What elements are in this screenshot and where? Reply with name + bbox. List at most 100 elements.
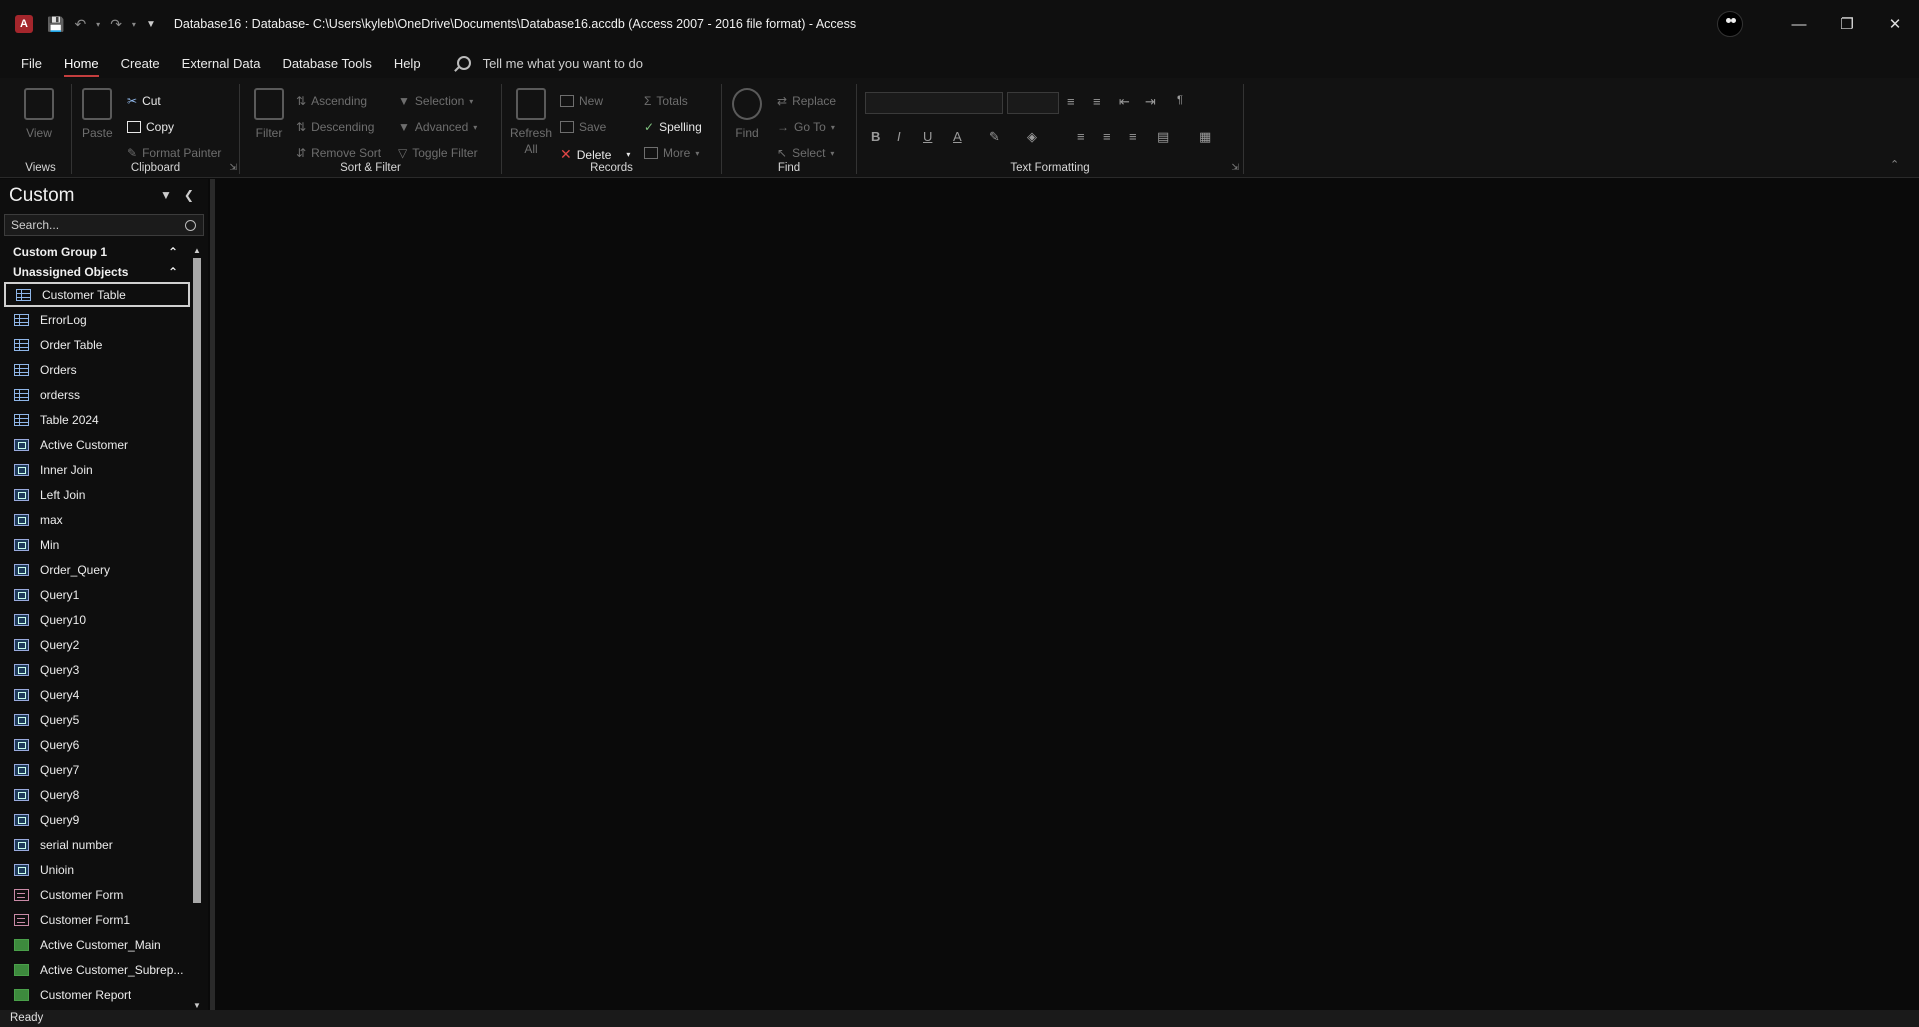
- nav-menu-dropdown-icon[interactable]: ▼: [160, 188, 172, 202]
- new-record-button[interactable]: New: [560, 94, 603, 108]
- find-button[interactable]: Find: [732, 88, 762, 140]
- bullets-icon[interactable]: ≡: [1067, 94, 1075, 109]
- italic-button[interactable]: I: [897, 129, 901, 144]
- nav-item-query[interactable]: Query7: [4, 757, 190, 782]
- nav-item-query[interactable]: Unioin: [4, 857, 190, 882]
- tell-me-search[interactable]: Tell me what you want to do: [456, 56, 643, 71]
- minimize-icon[interactable]: —: [1775, 0, 1823, 48]
- profile-avatar[interactable]: [1717, 11, 1743, 37]
- access-app-icon[interactable]: A: [15, 15, 33, 33]
- remove-sort-button[interactable]: ⇵ Remove Sort: [296, 146, 381, 160]
- nav-item-query[interactable]: Query4: [4, 682, 190, 707]
- restore-icon[interactable]: ❐: [1823, 0, 1871, 48]
- nav-group-custom-group-1[interactable]: Custom Group 1 ⌃: [6, 243, 182, 261]
- alternate-row-color-icon[interactable]: ▤: [1157, 129, 1169, 145]
- spelling-button[interactable]: ✓ Spelling: [644, 120, 702, 134]
- nav-item-query[interactable]: max: [4, 507, 190, 532]
- underline-button[interactable]: U: [923, 129, 932, 144]
- nav-item-query[interactable]: Query9: [4, 807, 190, 832]
- tab-database-tools[interactable]: Database Tools: [282, 52, 371, 75]
- nav-item-query[interactable]: Query8: [4, 782, 190, 807]
- numbering-icon[interactable]: ≡: [1093, 94, 1101, 109]
- save-record-button[interactable]: Save: [560, 120, 606, 134]
- text-formatting-launcher-icon[interactable]: ⇲: [1231, 162, 1239, 173]
- nav-item-report[interactable]: Customer Report: [4, 982, 190, 1007]
- shutter-bar-close-icon[interactable]: ❮: [184, 188, 194, 202]
- nav-item-query[interactable]: Active Customer: [4, 432, 190, 457]
- redo-dropdown-icon[interactable]: ▾: [132, 20, 136, 29]
- nav-item-query[interactable]: Query1: [4, 582, 190, 607]
- nav-item-table[interactable]: Order Table: [4, 332, 190, 357]
- tab-create[interactable]: Create: [121, 52, 160, 75]
- tab-help[interactable]: Help: [394, 52, 421, 75]
- nav-item-query[interactable]: Query10: [4, 607, 190, 632]
- nav-group-unassigned-objects[interactable]: Unassigned Objects ⌃: [6, 263, 182, 281]
- nav-item-query[interactable]: Order_Query: [4, 557, 190, 582]
- nav-search-input[interactable]: [5, 215, 181, 235]
- undo-icon[interactable]: ↶: [74, 16, 86, 33]
- paste-button[interactable]: Paste: [82, 88, 113, 140]
- copy-button[interactable]: Copy: [127, 120, 174, 134]
- tab-external-data[interactable]: External Data: [182, 52, 261, 75]
- highlight-icon[interactable]: ✎: [989, 129, 1000, 145]
- nav-item-query[interactable]: serial number: [4, 832, 190, 857]
- gridlines-icon[interactable]: ▦: [1199, 129, 1211, 145]
- nav-item-table[interactable]: ErrorLog: [4, 307, 190, 332]
- select-button[interactable]: ↖ Select ▾: [777, 146, 834, 160]
- nav-item-query[interactable]: Query3: [4, 657, 190, 682]
- nav-item-table[interactable]: Table 2024: [4, 407, 190, 432]
- nav-item-query[interactable]: Query2: [4, 632, 190, 657]
- increase-indent-icon[interactable]: ⇥: [1145, 94, 1156, 110]
- close-icon[interactable]: ✕: [1871, 0, 1919, 48]
- cut-button[interactable]: ✂ Cut: [127, 94, 161, 108]
- scroll-up-icon[interactable]: ▲: [192, 246, 202, 255]
- nav-item-query[interactable]: Left Join: [4, 482, 190, 507]
- scroll-thumb[interactable]: [193, 258, 201, 903]
- font-color-button[interactable]: A: [953, 129, 962, 144]
- nav-item-table[interactable]: Customer Table: [4, 282, 190, 307]
- selection-button[interactable]: ▼ Selection ▾: [398, 94, 473, 108]
- nav-item-table[interactable]: orderss: [4, 382, 190, 407]
- nav-item-query[interactable]: Min: [4, 532, 190, 557]
- toggle-filter-button[interactable]: ▽ Toggle Filter: [398, 146, 478, 160]
- nav-search-box[interactable]: [4, 214, 204, 236]
- save-icon[interactable]: 💾: [47, 16, 64, 33]
- totals-button[interactable]: Σ Totals: [644, 94, 688, 108]
- ascending-button[interactable]: ⇅ Ascending: [296, 94, 367, 108]
- paragraph-direction-icon[interactable]: ¶: [1177, 94, 1183, 106]
- nav-item-report[interactable]: Active Customer_Main: [4, 932, 190, 957]
- fill-color-icon[interactable]: ◈: [1027, 129, 1037, 145]
- nav-item-query[interactable]: Query6: [4, 732, 190, 757]
- clipboard-launcher-icon[interactable]: ⇲: [229, 162, 237, 173]
- tab-home[interactable]: Home: [63, 52, 99, 77]
- font-size-combo[interactable]: [1007, 92, 1059, 114]
- align-left-icon[interactable]: ≡: [1077, 129, 1085, 144]
- collapse-ribbon-icon[interactable]: ⌃: [1890, 158, 1899, 171]
- align-center-icon[interactable]: ≡: [1103, 129, 1111, 144]
- advanced-button[interactable]: ▼ Advanced ▾: [398, 120, 477, 134]
- replace-button[interactable]: ⇄ Replace: [777, 94, 836, 108]
- nav-scrollbar[interactable]: ▲ ▼: [192, 246, 202, 1010]
- decrease-indent-icon[interactable]: ⇤: [1119, 94, 1130, 110]
- nav-item-report[interactable]: Active Customer_Subrep...: [4, 957, 190, 982]
- view-button[interactable]: View: [24, 88, 54, 140]
- goto-button[interactable]: → Go To ▾: [777, 120, 835, 134]
- customize-qat-icon[interactable]: ▼: [146, 19, 156, 30]
- nav-item-table[interactable]: Orders: [4, 357, 190, 382]
- format-painter-button[interactable]: ✎ Format Painter: [127, 146, 221, 160]
- font-name-combo[interactable]: [865, 92, 1003, 114]
- nav-item-query[interactable]: Query5: [4, 707, 190, 732]
- search-icon[interactable]: [185, 219, 196, 231]
- nav-item-query[interactable]: Inner Join: [4, 457, 190, 482]
- descending-button[interactable]: ⇅ Descending: [296, 120, 374, 134]
- align-right-icon[interactable]: ≡: [1129, 129, 1137, 144]
- tab-file[interactable]: File: [21, 52, 42, 75]
- undo-dropdown-icon[interactable]: ▾: [96, 20, 100, 29]
- delete-button[interactable]: ✕ Delete ▾: [560, 146, 630, 163]
- filter-button[interactable]: Filter: [254, 88, 284, 140]
- nav-item-form[interactable]: Customer Form: [4, 882, 190, 907]
- refresh-all-button[interactable]: Refresh All: [510, 88, 552, 156]
- nav-item-form[interactable]: Customer Form1: [4, 907, 190, 932]
- scroll-down-icon[interactable]: ▼: [192, 1001, 202, 1010]
- more-button[interactable]: More ▾: [644, 146, 699, 160]
